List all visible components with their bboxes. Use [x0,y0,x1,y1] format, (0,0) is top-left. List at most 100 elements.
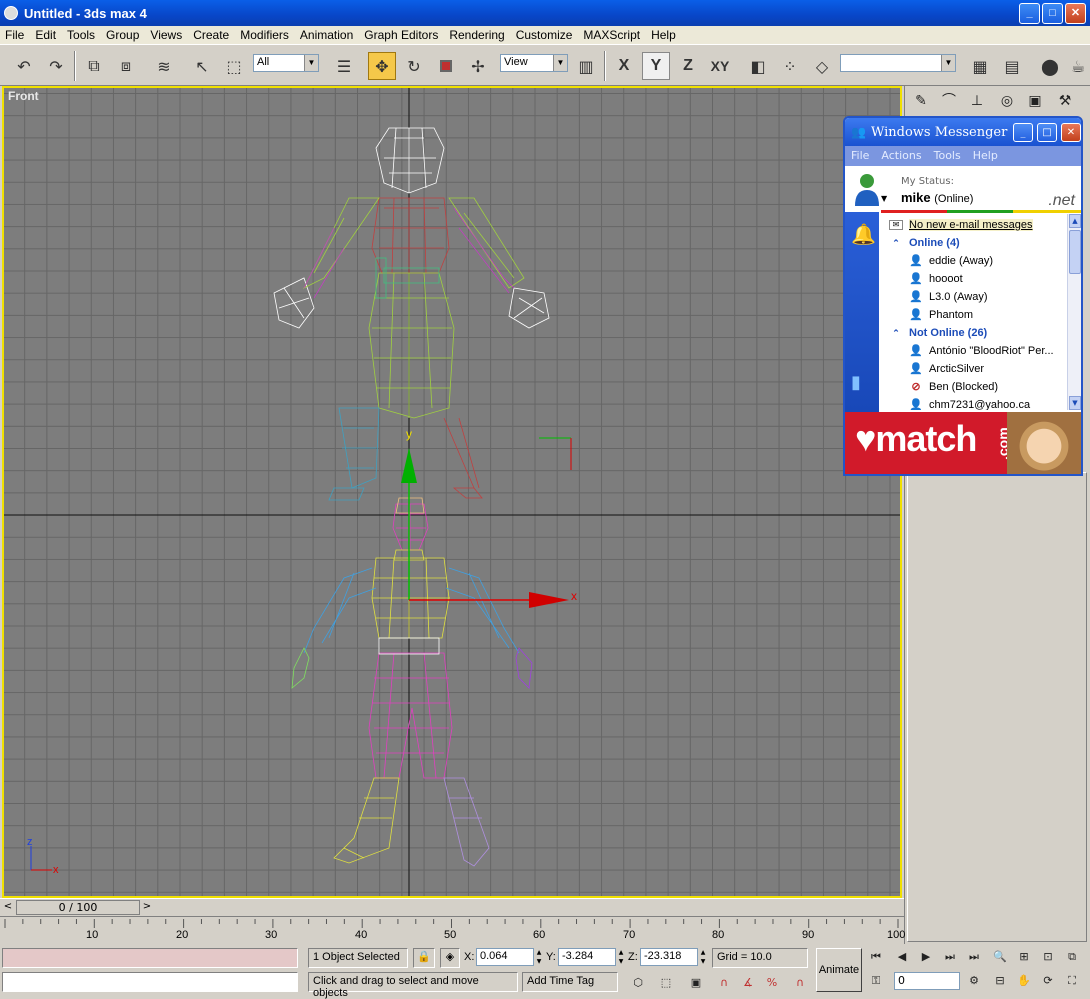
unlink-icon[interactable]: ⧈ [112,52,140,80]
messenger-menu-help[interactable]: Help [967,149,1004,166]
contact-item[interactable]: 👤 ArcticSilver [909,360,984,378]
track-bar[interactable]: 10 20 30 40 50 60 70 80 90 100 [0,916,905,942]
undo-icon[interactable]: ↶ [10,52,38,80]
array-icon[interactable]: ⁘ [776,52,804,80]
time-prev-icon[interactable]: < [1,900,15,915]
messenger-menu-actions[interactable]: Actions [875,149,927,166]
mirror-icon[interactable]: ◧ [744,52,772,80]
contact-item[interactable]: ⊘ Ben (Blocked) [909,378,998,396]
layer-icon[interactable]: ▤ [998,52,1026,80]
axis-x-button[interactable]: X [610,52,638,80]
viewport-canvas[interactable]: y x z x [4,88,900,896]
messenger-minimize-button[interactable]: _ [1013,123,1033,142]
select-object-icon[interactable]: ↖ [188,52,216,80]
collapse-icon[interactable]: ⌃ [889,326,903,340]
pivot-center-icon[interactable]: ▥ [572,52,600,80]
utilities-tab-icon[interactable]: ⚒ [1053,90,1077,112]
bind-space-warp-icon[interactable]: ≋ [150,52,178,80]
lock-selection-icon[interactable]: 🔒 [413,948,435,968]
current-frame-field[interactable]: 0 [894,972,960,990]
messenger-menu-file[interactable]: File [845,149,875,166]
go-to-end-icon[interactable]: ⏭ [964,948,984,966]
viewport-label[interactable]: Front [8,89,39,103]
add-time-tag-button[interactable]: Add Time Tag [522,972,618,992]
move-icon[interactable]: ✥ [368,52,396,80]
render-icon[interactable]: ☕ [1064,52,1090,80]
y-spinner[interactable]: ▲ ▼ [617,948,625,966]
minimize-button[interactable]: _ [1019,3,1040,24]
scroll-up-icon[interactable]: ▲ [1069,214,1081,228]
next-frame-icon[interactable]: ⏭ [940,948,960,966]
axis-y-button[interactable]: Y [642,52,670,80]
scroll-thumb[interactable] [1069,230,1081,274]
alerts-bell-icon[interactable]: 🔔 [851,222,876,246]
spinner-snap-icon[interactable]: ∩ [790,974,810,992]
z-coord-field[interactable]: -23.318 [640,948,698,966]
menu-modifiers[interactable]: Modifiers [235,26,295,44]
axis-z-button[interactable]: Z [674,52,702,80]
contact-item[interactable]: 👤 chm7231@yahoo.ca [909,396,1030,410]
user-avatar-icon[interactable] [853,172,881,206]
z-spinner[interactable]: ▲ ▼ [699,948,707,966]
menu-edit[interactable]: Edit [30,26,62,44]
select-and-link-icon[interactable]: ⧉ [80,52,108,80]
hierarchy-tab-icon[interactable]: ⊥ [965,90,989,112]
ad-banner[interactable]: ♥match .com [845,412,1081,474]
align-icon[interactable]: ◇ [808,52,836,80]
y-coord-field[interactable]: -3.284 [558,948,616,966]
email-notification[interactable]: ✉ No new e-mail messages [881,216,1033,234]
menu-help[interactable]: Help [646,26,682,44]
scroll-down-icon[interactable]: ▼ [1069,396,1081,410]
x-spinner[interactable]: ▲ ▼ [535,948,543,966]
x-coord-field[interactable]: 0.064 [476,948,534,966]
group-online[interactable]: ⌃ Online (4) [881,234,960,252]
percent-snap-icon[interactable]: % [762,974,782,992]
menu-maxscript[interactable]: MAXScript [578,26,646,44]
menu-tools[interactable]: Tools [62,26,101,44]
mobile-icon[interactable]: ▮ [851,372,861,393]
key-mode-icon[interactable]: ⚿ [866,972,886,990]
collapse-icon[interactable]: ⌃ [889,236,903,250]
group-not-online[interactable]: ⌃ Not Online (26) [881,324,987,342]
close-button[interactable]: ✕ [1065,3,1086,24]
rotate-icon[interactable]: ↻ [400,52,428,80]
zoom-extents-icon[interactable]: ⊡ [1038,948,1058,966]
contact-item[interactable]: 👤 Phantom [909,306,973,324]
selection-filter-dropdown[interactable]: All ▼ [253,54,319,72]
degradation-override-icon[interactable]: ▣ [686,974,706,992]
select-by-name-icon[interactable]: ☰ [330,52,358,80]
time-next-icon[interactable]: > [140,900,154,915]
menu-animation[interactable]: Animation [295,26,359,44]
menu-views[interactable]: Views [145,26,188,44]
maxscript-listener-white[interactable] [2,972,298,992]
menu-file[interactable]: File [0,26,30,44]
absolute-mode-icon[interactable]: ◈ [440,948,460,968]
create-tab-icon[interactable]: ✎ [909,90,933,112]
zoom-extents-all-icon[interactable]: ⧉ [1062,948,1082,966]
app-icon[interactable] [4,6,18,20]
angle-snap-icon[interactable]: ∡ [738,974,758,992]
messenger-maximize-button[interactable]: □ [1037,123,1057,142]
contact-item[interactable]: 👤 hoooot [909,270,963,288]
time-config-icon[interactable]: ⚙ [964,972,984,990]
status-dropdown-icon[interactable]: ▼ [881,194,887,203]
contact-list-scrollbar[interactable]: ▲ ▼ [1067,214,1081,410]
email-status-link[interactable]: No new e-mail messages [909,219,1033,231]
material-editor-icon[interactable]: ⬤ [1036,52,1064,80]
region-zoom-icon[interactable]: ⊟ [990,972,1010,990]
messenger-close-button[interactable]: ✕ [1061,123,1081,142]
snap-3d-icon[interactable]: ∩ [714,974,734,992]
redo-icon[interactable]: ↷ [42,52,70,80]
animate-button[interactable]: Animate [816,948,862,992]
rect-region-icon[interactable]: ⬚ [220,52,248,80]
pan-hand-icon[interactable]: ✋ [1014,972,1034,990]
maximize-button[interactable]: □ [1042,3,1063,24]
ref-coord-dropdown[interactable]: View ▼ [500,54,568,72]
axis-xy-button[interactable]: XY [706,52,734,80]
messenger-menu-tools[interactable]: Tools [928,149,967,166]
manipulate-icon[interactable]: ✢ [464,52,492,80]
contact-item[interactable]: 👤 António "BloodRiot" Per... [909,342,1053,360]
contact-item[interactable]: 👤 eddie (Away) [909,252,993,270]
modify-tab-icon[interactable]: ⌒ [937,90,961,112]
play-icon[interactable]: ▶ [916,948,936,966]
